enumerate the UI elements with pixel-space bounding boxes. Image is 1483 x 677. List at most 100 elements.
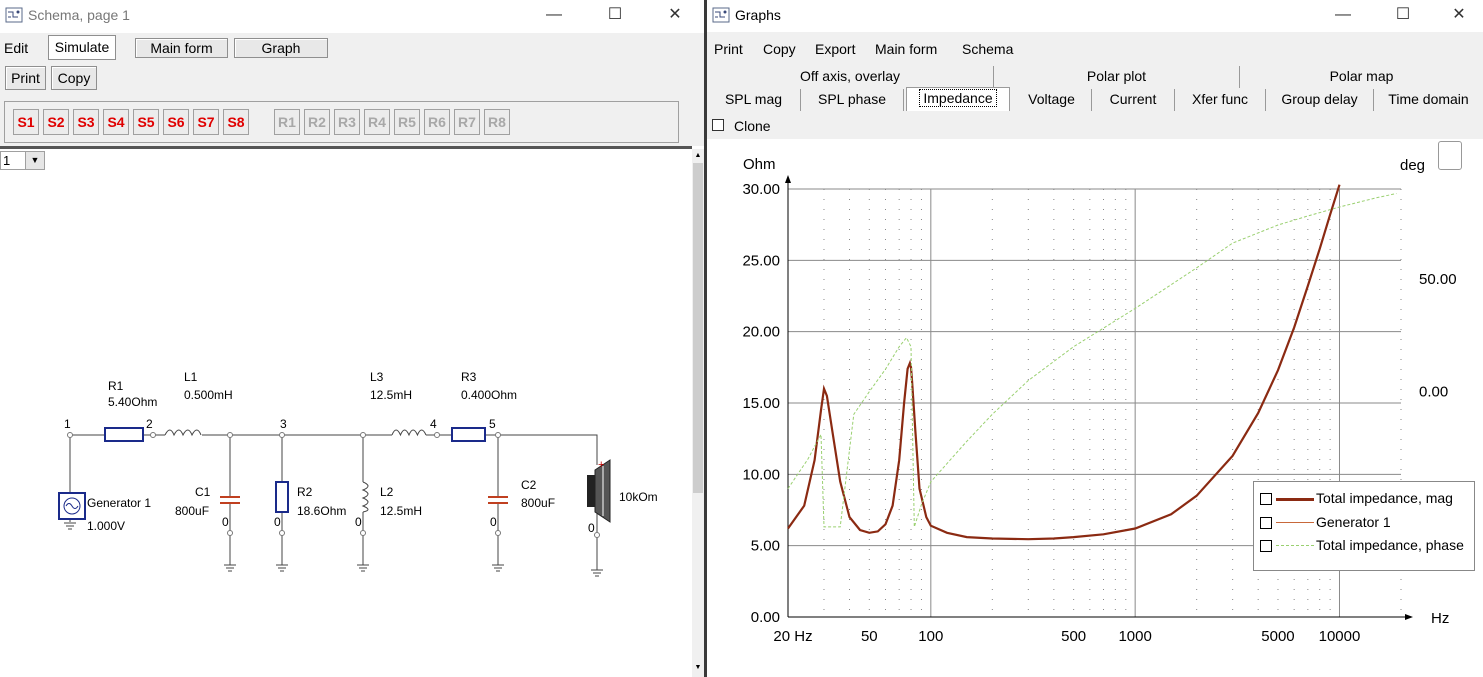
close-icon[interactable]: ✕ (1445, 2, 1473, 28)
minimize-icon[interactable]: — (1329, 2, 1357, 28)
x-tick-label: 50 (861, 628, 878, 645)
x-tick-label: 10000 (1319, 628, 1361, 645)
tab-time-domain[interactable]: Time domain (1374, 89, 1483, 111)
sim-button-s6[interactable]: S6 (163, 109, 189, 135)
r2-value: 18.6Ohm (297, 504, 346, 518)
node-2-label: 2 (146, 417, 153, 431)
menu-schema[interactable]: Schema (962, 41, 1013, 57)
graph-button[interactable]: Graph (234, 38, 328, 58)
maximize-icon[interactable]: ☐ (601, 2, 629, 28)
r3-value: 0.400Ohm (461, 388, 517, 402)
impedance-chart[interactable]: 0.00 5.00 10.00 15.00 20.00 25.00 30.00 20 Hz 50… (707, 139, 1483, 677)
r2-ground-label: 0 (274, 515, 281, 529)
main-form-button[interactable]: Main form (135, 38, 228, 58)
generator-value: 1.000V (87, 519, 125, 533)
schema-window: Schema, page 1 — ☐ ✕ Edit Simulate Main … (0, 0, 704, 677)
y-axis-label: Ohm (743, 156, 776, 173)
y-axis-arrow (785, 175, 791, 183)
app-icon (712, 7, 730, 23)
page-select[interactable]: 1 ▼ (0, 151, 45, 170)
sim-button-s7[interactable]: S7 (193, 109, 219, 135)
c1-ground-label: 0 (222, 515, 229, 529)
ref-button-r2[interactable]: R2 (304, 109, 330, 135)
chevron-down-icon[interactable]: ▼ (25, 152, 44, 169)
y-tick-label: 30.00 (742, 181, 780, 198)
ref-button-r7[interactable]: R7 (454, 109, 480, 135)
legend-checkbox[interactable] (1260, 493, 1272, 505)
scrollbar-thumb[interactable] (693, 163, 703, 493)
ref-button-r8[interactable]: R8 (484, 109, 510, 135)
sim-button-s5[interactable]: S5 (133, 109, 159, 135)
sim-button-s3[interactable]: S3 (73, 109, 99, 135)
tab-polar-plot[interactable]: Polar plot (994, 66, 1240, 88)
legend-swatch-mag (1276, 498, 1314, 501)
ref-button-r4[interactable]: R4 (364, 109, 390, 135)
legend-checkbox[interactable] (1260, 540, 1272, 552)
l2-value: 12.5mH (380, 504, 422, 518)
tab-polar-map[interactable]: Polar map (1240, 66, 1483, 88)
node-5-label: 5 (489, 417, 496, 431)
legend-checkbox[interactable] (1260, 517, 1272, 529)
graphs-window: Graphs — ☐ ✕ Print Copy Export Main form… (707, 0, 1483, 677)
legend-label-phase: Total impedance, phase (1316, 537, 1464, 553)
tab-spl-phase[interactable]: SPL phase (801, 89, 904, 111)
schema-titlebar[interactable]: Schema, page 1 — ☐ ✕ (0, 0, 704, 32)
speaker-ground-label: 0 (588, 521, 595, 535)
node-4-label: 4 (430, 417, 437, 431)
y2-tick-label: 0.00 (1419, 384, 1448, 401)
ref-button-r1[interactable]: R1 (274, 109, 300, 135)
copy-button[interactable]: Copy (51, 66, 97, 90)
x-tick-label: 20 Hz (773, 628, 812, 645)
sim-button-s8[interactable]: S8 (223, 109, 249, 135)
tab-group-delay[interactable]: Group delay (1266, 89, 1374, 111)
tab-impedance[interactable]: Impedance (906, 87, 1010, 111)
speaker-symbol: + (587, 459, 611, 523)
x-tick-label: 1000 (1118, 628, 1151, 645)
menu-simulate[interactable]: Simulate (48, 35, 116, 60)
sim-button-s2[interactable]: S2 (43, 109, 69, 135)
menu-export[interactable]: Export (815, 41, 855, 57)
toolbar-separator (0, 146, 692, 149)
l1-value: 0.500mH (184, 388, 233, 402)
graphs-menubar: Print Copy Export Main form Schema (707, 32, 1483, 64)
generator-symbol (58, 492, 86, 520)
y2-tick-label: 50.00 (1419, 271, 1457, 288)
minimize-icon[interactable]: — (540, 2, 568, 28)
ref-button-r5[interactable]: R5 (394, 109, 420, 135)
schema-scrollbar[interactable]: ▲ ▼ (692, 149, 704, 677)
chart-legend: Total impedance, mag Generator 1 Total i… (1253, 481, 1475, 571)
graphs-titlebar[interactable]: Graphs — ☐ ✕ (707, 0, 1483, 32)
x-tick-label: 500 (1061, 628, 1086, 645)
ref-button-r3[interactable]: R3 (334, 109, 360, 135)
svg-text:+: + (598, 459, 604, 471)
maximize-icon[interactable]: ☐ (1389, 2, 1417, 28)
l2-ground-label: 0 (355, 515, 362, 529)
impedance-chart-panel: 0.00 5.00 10.00 15.00 20.00 25.00 30.00 20 Hz 50… (707, 139, 1483, 677)
menu-main-form[interactable]: Main form (875, 41, 937, 57)
sim-button-s1[interactable]: S1 (13, 109, 39, 135)
r1-name: R1 (108, 379, 124, 393)
c1-value: 800uF (175, 504, 209, 518)
menu-copy[interactable]: Copy (763, 41, 796, 57)
menu-edit[interactable]: Edit (4, 40, 28, 56)
tab-voltage[interactable]: Voltage (1012, 89, 1092, 111)
close-icon[interactable]: ✕ (661, 2, 689, 28)
tab-spl-mag[interactable]: SPL mag (707, 89, 801, 111)
circuit-diagram: + 1 2 3 4 5 R1 5.40Ohm L1 0.500mH L3 12.… (58, 370, 658, 577)
ref-button-r6[interactable]: R6 (424, 109, 450, 135)
scroll-down-icon[interactable]: ▼ (692, 661, 704, 675)
l1-name: L1 (184, 370, 198, 384)
sim-button-s4[interactable]: S4 (103, 109, 129, 135)
tab-current[interactable]: Current (1092, 89, 1175, 111)
print-button[interactable]: Print (5, 66, 46, 90)
menu-print[interactable]: Print (714, 41, 743, 57)
chart-options-button[interactable] (1438, 141, 1462, 170)
tab-off-axis-overlay[interactable]: Off axis, overlay (707, 66, 994, 88)
tab-xfer-func[interactable]: Xfer func (1175, 89, 1266, 111)
y-tick-label: 25.00 (742, 252, 780, 269)
clone-checkbox[interactable] (712, 119, 724, 131)
x-tick-label: 5000 (1261, 628, 1294, 645)
legend-swatch-phase (1276, 545, 1314, 546)
y2-axis-label: deg (1400, 157, 1425, 174)
scroll-up-icon[interactable]: ▲ (692, 149, 704, 163)
